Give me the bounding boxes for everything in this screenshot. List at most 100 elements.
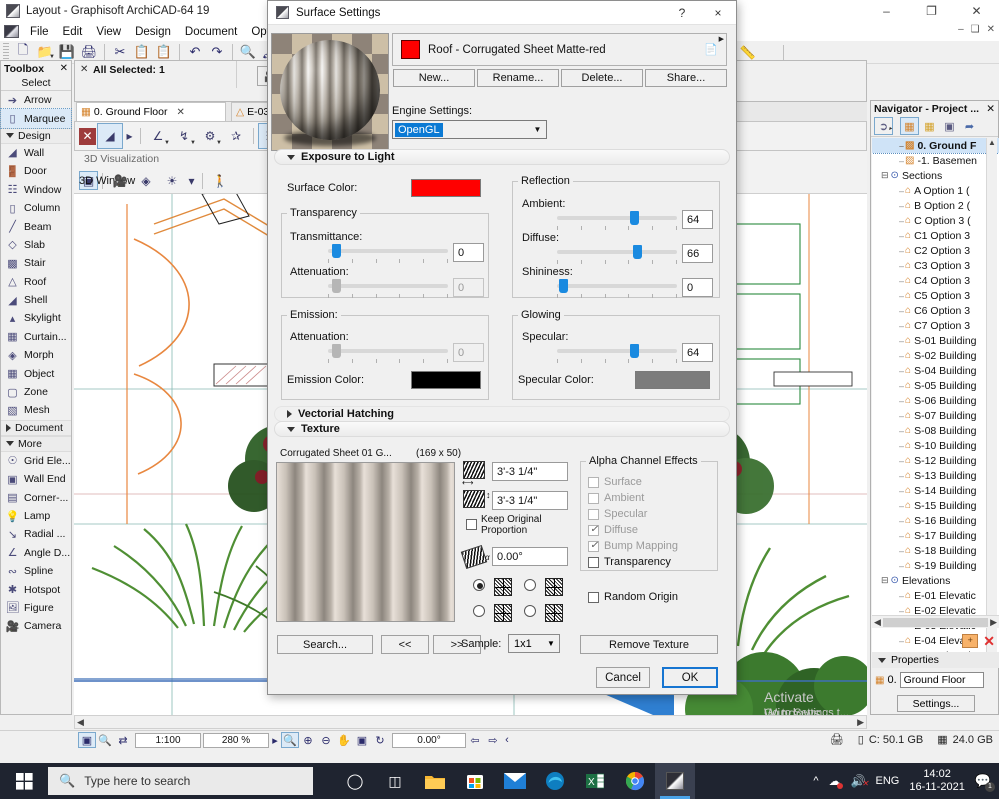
navigator-tree-item[interactable]: ⊟ ⊙ Sections: [872, 168, 999, 183]
open-icon[interactable]: 📁 ▼: [35, 42, 55, 62]
properties-section-header[interactable]: Properties: [872, 652, 999, 668]
walk-icon[interactable]: 🚶: [208, 169, 232, 193]
navigator-tree-item[interactable]: – ⌂ E-01 Elevatic: [872, 588, 999, 603]
toolbox-group-document[interactable]: Document: [1, 419, 71, 436]
tool-grid-element[interactable]: ☉ Grid Ele...: [1, 452, 71, 470]
mirror-none-icon[interactable]: [494, 578, 512, 596]
language-indicator[interactable]: ENG: [876, 775, 900, 787]
diffuse-slider[interactable]: [557, 245, 677, 264]
save-icon[interactable]: 💾: [57, 42, 77, 62]
navigator-tree-item[interactable]: – ⌂ S-17 Building: [872, 528, 999, 543]
mirror-vertical-icon[interactable]: [494, 604, 512, 622]
notifications-icon[interactable]: 💬 1: [975, 773, 995, 792]
specular-value[interactable]: 64: [682, 343, 713, 362]
mirror-none-radio[interactable]: [473, 579, 485, 591]
zoom-in-icon[interactable]: ⊕: [299, 732, 317, 748]
undo-icon[interactable]: ↶: [185, 42, 205, 62]
mirror-both-radio[interactable]: [524, 605, 536, 617]
tool-shell[interactable]: ◢ Shell: [1, 291, 71, 309]
prev-texture-button[interactable]: <<: [381, 635, 429, 654]
tool-spline[interactable]: ∾ Spline: [1, 562, 71, 580]
ambient-value[interactable]: 64: [682, 210, 713, 229]
emission-color-swatch-button[interactable]: [411, 371, 481, 389]
slider-thumb[interactable]: [630, 344, 640, 358]
mirror-horizontal-icon[interactable]: [545, 578, 563, 596]
transmittance-slider[interactable]: [328, 244, 448, 263]
tool-figure[interactable]: 🖼 Figure: [1, 599, 71, 617]
tool-window[interactable]: ☷ Window: [1, 181, 71, 199]
tool-wall-end[interactable]: ▣ Wall End: [1, 470, 71, 488]
camera-icon[interactable]: 🎥: [108, 169, 132, 193]
toolbox-group-more[interactable]: More: [1, 435, 71, 452]
delete-button[interactable]: Delete...: [561, 69, 643, 87]
navigator-tree-item[interactable]: – ⌂ C5 Option 3: [872, 288, 999, 303]
tool-morph[interactable]: ◈ Morph: [1, 346, 71, 364]
minimize-button[interactable]: –: [864, 0, 909, 22]
layout-book-icon[interactable]: ▣: [940, 117, 959, 135]
surface-color-swatch-button[interactable]: [411, 179, 481, 197]
edge-icon[interactable]: [535, 763, 575, 799]
toolbox-group-design[interactable]: Design: [1, 127, 71, 144]
tool-door[interactable]: 🚪 Door: [1, 162, 71, 180]
start-button[interactable]: [0, 763, 48, 799]
navigator-tree-item[interactable]: – ⌂ S-18 Building: [872, 543, 999, 558]
cancel-button[interactable]: Cancel: [596, 667, 650, 688]
navigator-tree-item[interactable]: – ⌂ C2 Option 3: [872, 243, 999, 258]
navigator-tree-item[interactable]: – ⌂ C3 Option 3: [872, 258, 999, 273]
texture-angle-value[interactable]: 0.00°: [492, 547, 568, 566]
tool-radial-dimension[interactable]: ↘ Radial ...: [1, 525, 71, 543]
specular-slider[interactable]: [557, 344, 677, 363]
tool-camera[interactable]: 🎥 Camera: [1, 617, 71, 635]
sample-select[interactable]: 1x1 ▼: [508, 634, 560, 653]
navigator-tree-item[interactable]: – ⌂ S-10 Building: [872, 438, 999, 453]
status-more-icon[interactable]: ‹: [502, 732, 512, 748]
navigator-tree-item[interactable]: – ⌂ S-08 Building: [872, 423, 999, 438]
transmittance-value[interactable]: 0: [453, 243, 484, 262]
navigator-tree-item[interactable]: – ⌂ C6 Option 3: [872, 303, 999, 318]
publisher-icon[interactable]: ➦: [960, 117, 979, 135]
tool-corner-window[interactable]: ▤ Corner-...: [1, 488, 71, 506]
file-explorer-icon[interactable]: [415, 763, 455, 799]
navigator-tree-item[interactable]: – ⌂ S-19 Building: [872, 558, 999, 573]
magic-wand-icon[interactable]: ✰: [224, 124, 248, 148]
remove-texture-button[interactable]: Remove Texture: [580, 635, 718, 654]
navigator-hscrollbar[interactable]: ◀ ▶: [872, 615, 999, 628]
zoom-out-icon[interactable]: ⊖: [317, 732, 335, 748]
scroll-thumb[interactable]: [882, 617, 989, 627]
slider-thumb[interactable]: [632, 245, 642, 259]
clear-selection-icon[interactable]: ✕: [79, 127, 96, 145]
shininess-slider[interactable]: [557, 279, 677, 298]
tool-skylight[interactable]: ▴ Skylight: [1, 309, 71, 327]
navigator-tree-item[interactable]: – ⌂ S-05 Building: [872, 378, 999, 393]
toolbar-grip[interactable]: [3, 43, 9, 61]
dialog-close-button[interactable]: ×: [700, 1, 736, 25]
tree-expander-icon[interactable]: ⊟: [881, 170, 889, 181]
printer-icon[interactable]: 🖨: [830, 733, 844, 746]
mirror-vertical-radio[interactable]: [473, 605, 485, 617]
new-button[interactable]: New...: [393, 69, 475, 87]
tool-zone[interactable]: ▢ Zone: [1, 383, 71, 401]
tree-expander-icon[interactable]: ⊟: [881, 575, 889, 586]
menu-design[interactable]: Design: [128, 24, 178, 40]
dimension-tool-icon[interactable]: ◢: [97, 123, 123, 149]
taskbar-search-box[interactable]: 🔍 Type here to search: [48, 767, 313, 795]
detail-icon[interactable]: 🔍: [96, 732, 114, 748]
navigator-tree-item[interactable]: – ⌂ S-13 Building: [872, 468, 999, 483]
show-hidden-icons-icon[interactable]: ^: [813, 775, 818, 787]
print-icon[interactable]: 🖨: [79, 42, 99, 62]
redo-icon[interactable]: ↷: [207, 42, 227, 62]
navigator-tree-item[interactable]: – ⌂ S-14 Building: [872, 483, 999, 498]
orientation-icon[interactable]: ⇄: [114, 732, 132, 748]
navigator-tree-item[interactable]: – ⌂ C4 Option 3: [872, 273, 999, 288]
dropdown-arrow-icon[interactable]: ▸: [124, 124, 135, 148]
navigator-tree-item[interactable]: – ⌂ S-06 Building: [872, 393, 999, 408]
onedrive-icon[interactable]: ☁: [829, 774, 843, 789]
tool-beam[interactable]: ╱ Beam: [1, 217, 71, 235]
navigator-tree-item[interactable]: – ⌂ C1 Option 3: [872, 228, 999, 243]
tool-stair[interactable]: ▩ Stair: [1, 254, 71, 272]
keep-proportion-checkbox[interactable]: [466, 519, 477, 530]
random-origin-checkbox[interactable]: [588, 592, 599, 603]
navigator-tree-item[interactable]: – ⌂ S-07 Building: [872, 408, 999, 423]
zoom-window-icon[interactable]: ▣: [353, 732, 371, 748]
story-settings-button[interactable]: Settings...: [897, 695, 975, 712]
